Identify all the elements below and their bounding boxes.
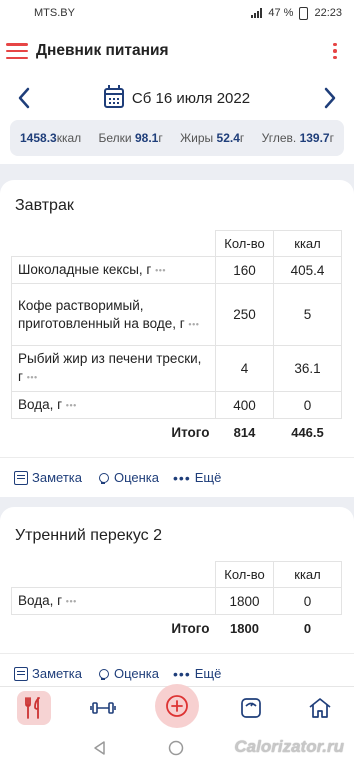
carrier-label: MTS.BY [34,7,75,19]
nav-home[interactable] [303,691,337,725]
nav-workouts[interactable] [86,691,120,725]
clock-label: 22:23 [314,7,342,19]
status-bar: MTS.BY 47 % 22:23 [0,0,354,26]
column-header-kcal: ккал [273,561,342,588]
meal-title: Завтрак [15,197,74,214]
more-icon[interactable]: ••• [27,373,38,383]
page-title: Дневник питания [36,42,169,59]
column-header-qty: Кол-во [215,230,274,257]
lightbulb-icon [96,471,110,485]
date-navigator: Сб 16 июля 2022 [0,76,354,120]
total-qty: 1800 [230,620,259,636]
home-circle-icon[interactable] [168,740,184,756]
food-kcal: 405.4 [273,255,342,285]
calendar-icon [103,85,124,108]
meal-title: Утренний перекус 2 [15,527,162,544]
fork-knife-icon [25,696,41,719]
app-bar: Дневник питания [0,26,354,76]
overflow-menu-icon[interactable] [326,42,344,60]
meal-card-breakfast: Завтрак Кол-во ккал Шоколадные кексы, г … [0,180,354,497]
table-row[interactable]: Рыбий жир из печени трески, г ••• 4 36.1 [11,345,342,392]
daily-summary: 1458.3ккал Белки 98.1г Жиры 52.4г Углев.… [10,120,344,156]
total-kcal: 446.5 [291,424,324,440]
food-kcal: 0 [273,390,342,420]
rating-button[interactable]: Оценка [96,470,159,485]
note-button[interactable]: Заметка [14,470,82,485]
summary-carbs: Углев. 139.7г [261,131,334,145]
more-icon[interactable]: ••• [155,265,166,275]
battery-icon [299,6,309,20]
meal-actions: Заметка Оценка ••• Ещё [0,457,354,497]
signal-icon [251,8,263,18]
food-name: Рыбий жир из печени трески, г ••• [11,345,216,392]
food-qty[interactable]: 250 [215,283,274,347]
food-kcal: 36.1 [273,345,342,392]
total-row: Итого 1800 0 [12,615,342,641]
dumbbell-icon [90,701,116,714]
lightbulb-icon [96,667,110,681]
next-day-button[interactable] [318,86,342,110]
status-right: 47 % 22:23 [251,6,342,20]
header-blank [12,562,216,588]
more-icon[interactable]: ••• [66,596,77,606]
more-dots-icon: ••• [173,469,191,486]
plus-circle-icon [166,694,188,717]
chevron-left-icon [18,87,30,109]
summary-fat: Жиры 52.4г [180,131,245,145]
nav-weight[interactable] [234,691,268,725]
summary-protein: Белки 98.1г [98,131,163,145]
food-name: Кофе растворимый, приготовленный на воде… [11,283,216,347]
more-button[interactable]: ••• Ещё [173,666,221,682]
system-navigation-bar: Calorizator.ru [0,728,354,768]
note-icon [14,470,28,485]
date-label: Сб 16 июля 2022 [131,89,251,107]
food-kcal: 0 [273,586,342,616]
table-row[interactable]: Вода, г ••• 400 0 [11,390,342,420]
more-icon[interactable]: ••• [66,400,77,410]
date-picker[interactable]: Сб 16 июля 2022 [103,85,251,108]
scale-icon [240,697,261,718]
menu-icon[interactable] [6,43,28,59]
table-row[interactable]: Шоколадные кексы, г ••• 160 405.4 [11,255,342,285]
summary-section: 1458.3ккал Белки 98.1г Жиры 52.4г Углев.… [0,120,354,164]
table-row[interactable]: Кофе растворимый, приготовленный на воде… [11,283,342,347]
summary-kcal: 1458.3ккал [20,131,82,145]
watermark: Calorizator.ru [234,737,344,756]
more-dots-icon: ••• [173,665,191,682]
food-qty[interactable]: 4 [215,345,274,392]
meal-table: Кол-во ккал Вода, г ••• 1800 0 Итого 180… [11,561,342,641]
total-kcal: 0 [303,620,312,636]
prev-day-button[interactable] [12,86,36,110]
total-row: Итого 814 446.5 [12,419,342,445]
total-qty: 814 [233,424,256,440]
total-label: Итого [171,620,210,636]
food-name: Вода, г ••• [11,586,216,616]
header-blank [12,231,216,257]
food-kcal: 5 [273,283,342,347]
add-button[interactable] [154,683,199,728]
meal-card-snack: Утренний перекус 2 Кол-во ккал Вода, г •… [0,507,354,693]
food-name: Шоколадные кексы, г ••• [11,255,216,285]
home-icon [309,697,331,718]
back-triangle-icon[interactable] [92,740,108,756]
table-row[interactable]: Вода, г ••• 1800 0 [11,586,342,616]
note-icon [14,666,28,681]
food-qty[interactable]: 1800 [215,586,274,616]
column-header-qty: Кол-во [215,561,274,588]
total-label: Итого [171,424,210,440]
battery-label: 47 % [268,7,294,19]
more-button[interactable]: ••• Ещё [173,470,221,486]
meal-table: Кол-во ккал Шоколадные кексы, г ••• 160 … [11,230,342,445]
food-qty[interactable]: 160 [215,255,274,285]
nav-diary[interactable] [17,690,52,725]
bottom-navigation [0,683,354,728]
more-icon[interactable]: ••• [188,319,199,329]
food-name: Вода, г ••• [11,390,216,420]
column-header-kcal: ккал [273,230,342,257]
food-qty[interactable]: 400 [215,390,274,420]
chevron-right-icon [324,87,336,109]
note-button[interactable]: Заметка [14,666,82,681]
rating-button[interactable]: Оценка [96,666,159,681]
